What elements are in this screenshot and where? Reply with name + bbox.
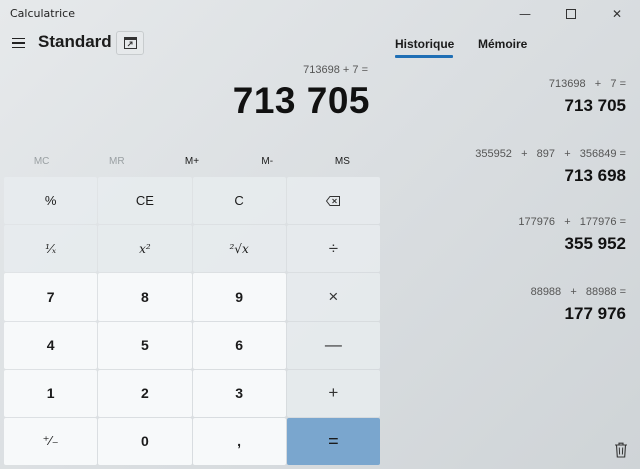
minimize-icon: — — [519, 7, 531, 21]
backspace-button[interactable] — [286, 177, 380, 225]
digit-7-button[interactable]: 7 — [4, 273, 98, 321]
digit-1-button[interactable]: 1 — [4, 369, 98, 417]
keep-on-top-icon — [123, 37, 137, 49]
history-item[interactable]: 713698 + 7 = 713 705 — [549, 78, 626, 116]
active-tab-indicator — [395, 55, 453, 58]
memory-subtract-button[interactable]: M- — [230, 150, 305, 172]
app-title: Calculatrice — [10, 7, 76, 20]
memory-add-button[interactable]: M+ — [154, 150, 229, 172]
digit-4-button[interactable]: 4 — [4, 321, 98, 369]
title-bar: Calculatrice — ✕ — [0, 0, 640, 28]
plus-button[interactable]: + — [286, 369, 380, 417]
multiply-button[interactable]: × — [286, 273, 380, 321]
digit-8-button[interactable]: 8 — [98, 273, 192, 321]
close-button[interactable]: ✕ — [594, 0, 640, 28]
history-result: 177 976 — [564, 304, 626, 323]
history-item[interactable]: 177976 + 177976 = 355 952 — [518, 216, 626, 254]
history-result: 355 952 — [564, 234, 626, 253]
reciprocal-button[interactable]: ¹⁄ₓ — [4, 225, 98, 273]
history-expression: 177976 + 177976 = — [518, 216, 626, 228]
divide-button[interactable]: ÷ — [286, 225, 380, 273]
clear-entry-button[interactable]: CE — [98, 177, 192, 225]
trash-icon — [615, 442, 627, 458]
history-expression: 88988 + 88988 = — [530, 286, 626, 298]
minimize-button[interactable]: — — [502, 0, 548, 28]
equals-button[interactable]: = — [286, 417, 380, 465]
digit-3-button[interactable]: 3 — [192, 369, 286, 417]
tab-memory[interactable]: Mémoire — [478, 37, 527, 51]
digit-9-button[interactable]: 9 — [192, 273, 286, 321]
square-button[interactable]: x² — [98, 225, 192, 273]
memory-row: MC MR M+ M- MS — [4, 150, 380, 172]
square-root-button[interactable]: ²√x — [192, 225, 286, 273]
history-expression: 355952 + 897 + 356849 = — [475, 148, 626, 160]
digit-6-button[interactable]: 6 — [192, 321, 286, 369]
current-expression: 713698 + 7 = — [303, 64, 368, 76]
history-expression: 713698 + 7 = — [548, 78, 626, 90]
memory-store-button[interactable]: MS — [305, 150, 380, 172]
keep-on-top-button[interactable] — [116, 31, 144, 55]
close-icon: ✕ — [611, 7, 623, 21]
hamburger-icon[interactable] — [6, 32, 30, 54]
maximize-icon — [566, 9, 576, 19]
mode-title: Standard — [38, 32, 112, 51]
tab-history[interactable]: Historique — [395, 37, 454, 51]
negate-button[interactable]: ⁺⁄₋ — [4, 417, 98, 465]
memory-clear-button[interactable]: MC — [4, 150, 79, 172]
minus-button[interactable]: — — [286, 321, 380, 369]
maximize-button[interactable] — [548, 0, 594, 28]
history-result: 713 705 — [564, 96, 626, 115]
calculator-window: Calculatrice — ✕ Standard 713698 + 7 = 7… — [0, 0, 640, 469]
digit-0-button[interactable]: 0 — [98, 417, 192, 465]
decimal-button[interactable]: , — [192, 417, 286, 465]
clear-button[interactable]: C — [192, 177, 286, 225]
digit-5-button[interactable]: 5 — [98, 321, 192, 369]
keypad: % CE C ¹⁄ₓ x² ²√x ÷ 7 8 9 × 4 5 6 — 1 2 … — [4, 177, 380, 465]
percent-button[interactable]: % — [4, 177, 98, 225]
history-result: 713 698 — [564, 166, 626, 185]
clear-history-button[interactable] — [614, 442, 632, 462]
history-item[interactable]: 88988 + 88988 = 177 976 — [531, 286, 626, 324]
backspace-icon — [326, 195, 341, 206]
result-display: 713 705 — [232, 80, 370, 121]
history-item[interactable]: 355952 + 897 + 356849 = 713 698 — [475, 148, 626, 186]
memory-recall-button[interactable]: MR — [79, 150, 154, 172]
digit-2-button[interactable]: 2 — [98, 369, 192, 417]
